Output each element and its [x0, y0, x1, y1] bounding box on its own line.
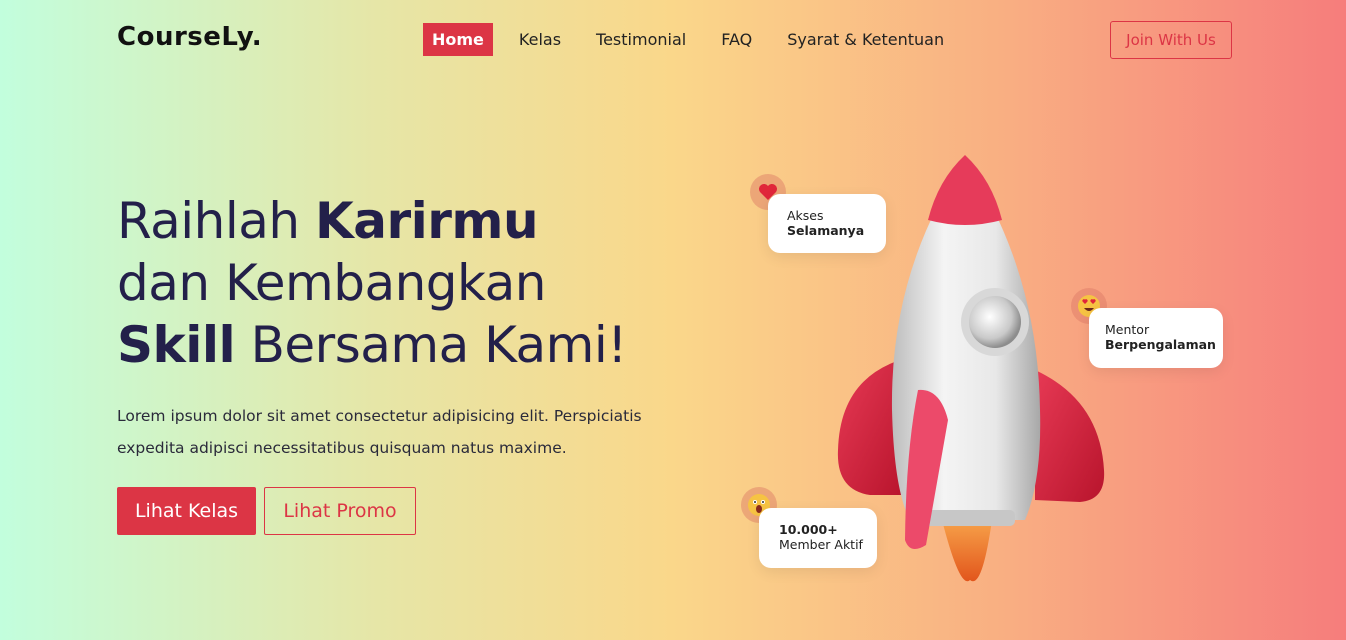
- hero-description: Lorem ipsum dolor sit amet consectetur a…: [117, 407, 642, 457]
- nav-links: Home Kelas Testimonial FAQ Syarat & Kete…: [423, 23, 970, 56]
- nav-item-faq[interactable]: FAQ: [712, 23, 761, 56]
- members-card-line1: 10.000+: [779, 522, 838, 537]
- mentor-card-line2: Berpengalaman: [1105, 337, 1216, 352]
- hero-title-line1: Raihlah Karirmu: [117, 192, 539, 250]
- lihat-kelas-button[interactable]: Lihat Kelas: [117, 487, 256, 535]
- nav-item-testimonial[interactable]: Testimonial: [587, 23, 695, 56]
- nav-item-kelas[interactable]: Kelas: [510, 23, 570, 56]
- lihat-promo-button[interactable]: Lihat Promo: [264, 487, 416, 535]
- hero-title: Raihlah Karirmu dan Kembangkan Skill Ber…: [117, 190, 627, 376]
- members-card: 10.000+ Member Aktif: [759, 508, 877, 568]
- nav-item-home[interactable]: Home: [423, 23, 493, 56]
- nav-item-syarat-ketentuan[interactable]: Syarat & Ketentuan: [778, 23, 953, 56]
- access-card-line2: Selamanya: [787, 223, 865, 238]
- navbar: CourseLy. Home Kelas Testimonial FAQ Sya…: [0, 0, 1346, 80]
- mentor-card-line1: Mentor: [1105, 322, 1150, 337]
- mentor-card: Mentor Berpengalaman: [1089, 308, 1223, 368]
- hero-title-line2: dan Kembangkan: [117, 254, 546, 312]
- access-card-line1: Akses: [787, 208, 824, 223]
- join-button[interactable]: Join With Us: [1110, 21, 1232, 59]
- access-card: Akses Selamanya: [768, 194, 886, 253]
- brand-logo[interactable]: CourseLy.: [117, 22, 262, 52]
- members-card-line2: Member Aktif: [779, 537, 863, 552]
- hero-title-line3: Skill Bersama Kami!: [117, 316, 627, 374]
